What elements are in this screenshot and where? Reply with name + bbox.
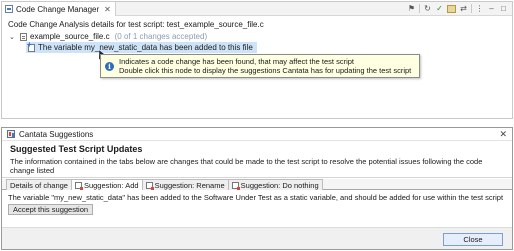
test-script-icon [231,181,240,190]
tab-content: The variable "my_new_static_data" has be… [2,190,512,218]
code-change-manager-icon [5,5,13,13]
test-script-icon [74,181,83,190]
cantata-app-icon [7,130,15,138]
suggestion-tabs: Details of change Suggestion: Add Sugges… [2,179,512,190]
run-icon[interactable]: ✓ [435,4,444,13]
database-icon[interactable] [447,4,456,13]
info-icon: i [105,61,114,71]
selected-change-node[interactable]: The variable my_new_static_data has been… [26,40,257,53]
view-toolbar: ⚑ ↻ ✓ ⇄ ⋮ – □ [407,4,508,13]
pin-icon[interactable]: ⚑ [407,4,416,13]
suggestion-text: The variable "my_new_static_data" has be… [8,193,504,202]
tab-label: Suggestion: Add [83,180,139,190]
analysis-heading: Code Change Analysis details for test sc… [8,20,264,29]
dialog-titlebar: Cantata Suggestions ✕ [2,128,512,141]
file-node-label: example_source_file.c [30,32,110,41]
dialog-heading: Suggested Test Script Updates [10,144,143,154]
tab-suggestion-do-nothing[interactable]: Suggestion: Do nothing [227,179,323,190]
code-change-added-icon [27,40,35,52]
tab-label: Details of change [10,180,68,190]
chevron-down-icon[interactable]: ⌄ [9,33,17,41]
tree-file-node[interactable]: ⌄ example_source_file.c (0 of 1 changes … [8,31,506,42]
tab-suggestion-add[interactable]: Suggestion: Add [70,179,143,190]
tab-code-change-manager[interactable]: Code Change Manager ✕ [2,2,116,16]
source-file-icon [20,32,27,41]
maximize-icon[interactable]: □ [499,4,508,13]
change-node-label: The variable my_new_static_data has been… [38,43,253,52]
change-tree: ⌄ example_source_file.c (0 of 1 changes … [8,31,506,53]
tooltip: i Indicates a code change has been found… [100,54,420,78]
close-icon[interactable]: ✕ [499,129,507,140]
toolbar-separator [419,4,420,13]
test-script-icon [145,181,154,190]
refresh-icon[interactable]: ↻ [423,4,432,13]
tooltip-line-1: Indicates a code change has been found, … [119,57,355,66]
dialog-footer: Close [2,227,512,249]
tab-label: Suggestion: Do nothing [240,180,319,190]
sync-icon[interactable]: ⇄ [459,4,468,13]
minimize-icon[interactable]: – [487,4,496,13]
dialog-description: The information contained in the tabs be… [10,157,483,175]
tab-details-of-change[interactable]: Details of change [6,179,72,190]
close-icon[interactable]: ✕ [104,5,111,14]
menu-icon[interactable]: ⋮ [475,4,484,13]
tab-label: Suggestion: Rename [154,180,225,190]
code-change-manager-view: Code Change Manager ✕ ⚑ ↻ ✓ ⇄ ⋮ – □ Code… [1,1,513,119]
dialog-header: Suggested Test Script Updates The inform… [2,141,512,178]
accept-suggestion-button[interactable]: Accept this suggestion [8,204,94,215]
tab-suggestion-rename[interactable]: Suggestion: Rename [141,179,229,190]
view-body: Code Change Analysis details for test sc… [2,16,512,56]
view-tab-label: Code Change Manager [16,4,100,14]
tree-change-node[interactable]: The variable my_new_static_data has been… [8,40,506,53]
tooltip-line-2: Double click this node to display the su… [119,66,412,75]
cantata-suggestions-dialog: Cantata Suggestions ✕ Suggested Test Scr… [1,127,513,250]
toolbar-separator [471,4,472,13]
close-button[interactable]: Close [443,233,503,246]
file-change-count: (0 of 1 changes accepted) [114,32,208,41]
tooltip-text: Indicates a code change has been found, … [119,57,411,75]
dialog-title: Cantata Suggestions [19,129,94,139]
view-tabbar: Code Change Manager ✕ ⚑ ↻ ✓ ⇄ ⋮ – □ [2,2,512,16]
